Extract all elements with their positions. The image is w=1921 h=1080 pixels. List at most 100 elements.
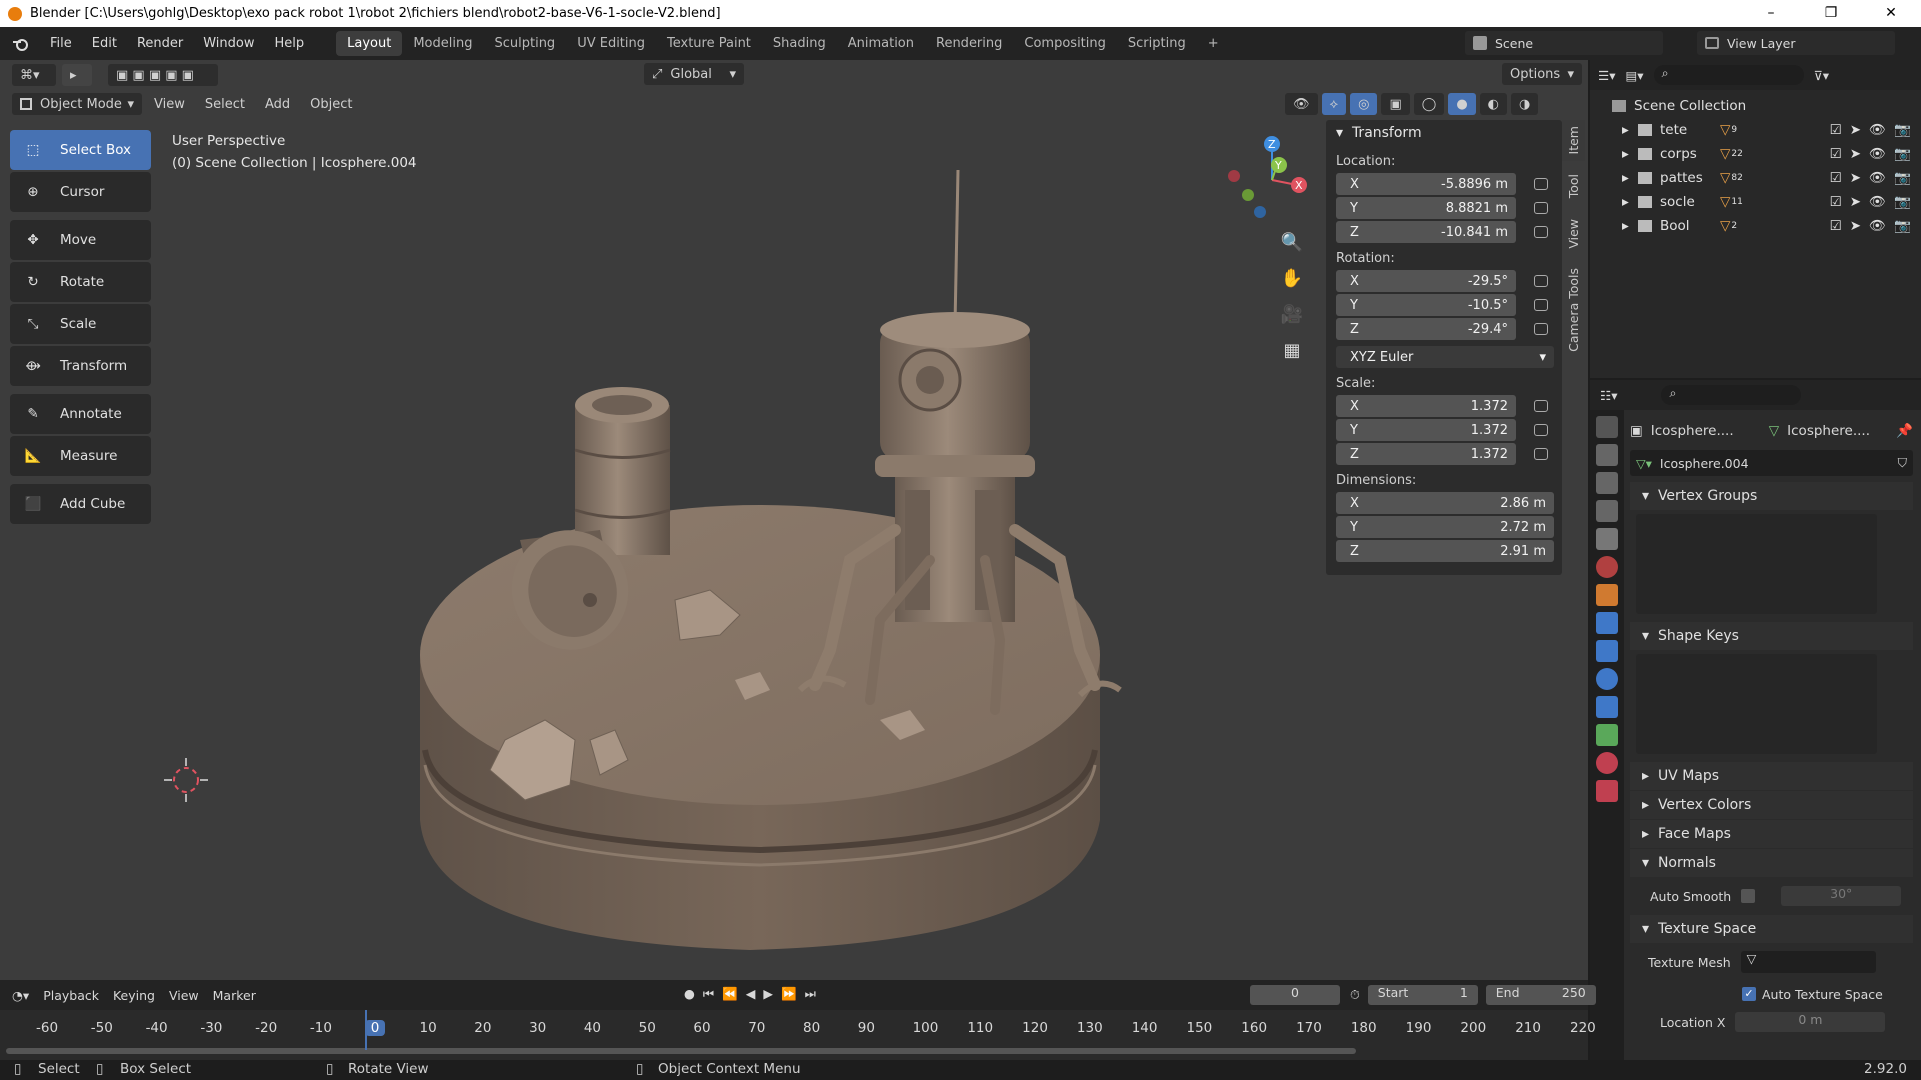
- tool-transform[interactable]: ⟴ Transform: [10, 346, 151, 386]
- tab-view[interactable]: View: [1562, 213, 1585, 255]
- tab-item[interactable]: Item: [1562, 120, 1585, 161]
- wireframe-shading-icon[interactable]: ◯: [1413, 93, 1445, 115]
- section-face-maps[interactable]: ▸ Face Maps: [1630, 820, 1913, 848]
- output-props-icon[interactable]: [1596, 472, 1618, 494]
- checkbox-icon[interactable]: ☑: [1830, 194, 1842, 210]
- dimensions-x-field[interactable]: X 2.86 m: [1336, 492, 1554, 514]
- camera-icon[interactable]: 📷: [1894, 122, 1911, 138]
- lock-icon[interactable]: [1534, 424, 1548, 436]
- tool-move[interactable]: ✥ Move: [10, 220, 151, 260]
- camera-icon[interactable]: 📷: [1894, 146, 1911, 162]
- start-frame-field[interactable]: Start 1: [1367, 985, 1478, 1005]
- eye-icon[interactable]: 👁: [1869, 170, 1886, 186]
- tab-sculpting[interactable]: Sculpting: [483, 31, 566, 56]
- camera-icon[interactable]: 📷: [1894, 218, 1911, 234]
- camera-view-icon[interactable]: 🎥: [1276, 304, 1308, 340]
- select-arrow-icon[interactable]: ➤: [1850, 146, 1861, 162]
- jump-start-icon[interactable]: ⏮: [703, 986, 714, 1002]
- next-keyframe-icon[interactable]: ⏩: [781, 986, 797, 1002]
- menu-help[interactable]: Help: [265, 36, 315, 51]
- auto-texture-space-checkbox[interactable]: ✓: [1742, 987, 1756, 1001]
- checkbox-icon[interactable]: ☑: [1830, 170, 1842, 186]
- scene-collection-row[interactable]: Scene Collection: [1590, 94, 1921, 118]
- checkbox-icon[interactable]: ☑: [1830, 122, 1842, 138]
- lock-icon[interactable]: [1534, 400, 1548, 412]
- tab-rendering[interactable]: Rendering: [925, 31, 1013, 56]
- play-icon[interactable]: ▶: [763, 986, 773, 1002]
- tab-texture-paint[interactable]: Texture Paint: [656, 31, 762, 56]
- section-normals[interactable]: ▾ Normals: [1630, 849, 1913, 877]
- tool-cursor[interactable]: ⊕ Cursor: [10, 172, 151, 212]
- checkbox-icon[interactable]: ☑: [1830, 218, 1842, 234]
- view-layer-selector[interactable]: View Layer: [1697, 31, 1895, 55]
- close-button[interactable]: ✕: [1861, 0, 1921, 27]
- auto-smooth-angle-field[interactable]: 30°: [1781, 886, 1902, 906]
- outliner-item-corps[interactable]: ▸ corps ▽ 22 ☑ ➤ 👁 📷: [1590, 142, 1921, 166]
- record-icon[interactable]: ●: [684, 986, 695, 1002]
- scale-x-field[interactable]: X 1.372: [1336, 395, 1516, 417]
- fake-user-icon[interactable]: ⛉: [1898, 455, 1907, 471]
- lock-icon[interactable]: [1534, 202, 1548, 214]
- material-shading-icon[interactable]: ◐: [1479, 93, 1507, 115]
- section-vertex-colors[interactable]: ▸ Vertex Colors: [1630, 791, 1913, 819]
- view-layer-props-icon[interactable]: [1596, 500, 1618, 522]
- lock-icon[interactable]: [1534, 448, 1548, 460]
- outliner-item-bool[interactable]: ▸ Bool ▽ 2 ☑ ➤ 👁 📷: [1590, 214, 1921, 238]
- tool-select-box[interactable]: ⬚ Select Box: [10, 130, 151, 170]
- tool-annotate[interactable]: ✎ Annotate: [10, 394, 151, 434]
- menu-keying[interactable]: Keying: [113, 988, 155, 1003]
- timeline-type-icon[interactable]: ◔▾: [12, 988, 29, 1003]
- properties-search[interactable]: ⌕: [1661, 385, 1802, 405]
- constraints-props-icon[interactable]: [1596, 696, 1618, 718]
- select-arrow-icon[interactable]: ➤: [1850, 194, 1861, 210]
- menu-window[interactable]: Window: [193, 36, 264, 51]
- tool-props-icon[interactable]: [1596, 416, 1618, 438]
- location-z-field[interactable]: Z -10.841 m: [1336, 221, 1516, 243]
- rotation-z-field[interactable]: Z -29.4°: [1336, 318, 1516, 340]
- lock-icon[interactable]: [1534, 275, 1548, 287]
- mesh-datablock-field[interactable]: ▽▾ Icosphere.004 ⛉: [1630, 450, 1913, 476]
- section-uv-maps[interactable]: ▸ UV Maps: [1630, 762, 1913, 790]
- auto-smooth-checkbox[interactable]: [1741, 889, 1756, 903]
- scene-selector[interactable]: Scene: [1465, 31, 1663, 55]
- eye-icon[interactable]: 👁: [1869, 122, 1886, 138]
- prev-keyframe-icon[interactable]: ⏪: [722, 986, 738, 1002]
- menu-file[interactable]: File: [40, 36, 82, 51]
- outliner-item-socle[interactable]: ▸ socle ▽ 11 ☑ ➤ 👁 📷: [1590, 190, 1921, 214]
- end-frame-field[interactable]: End 250: [1485, 985, 1596, 1005]
- mode-dropdown[interactable]: Object Mode ▾: [12, 93, 142, 115]
- clock-icon[interactable]: ⏱: [1350, 987, 1360, 1003]
- tab-modeling[interactable]: Modeling: [402, 31, 483, 56]
- menu-view[interactable]: View: [146, 93, 193, 115]
- overlay-toggle-icon[interactable]: ◎: [1350, 93, 1378, 115]
- render-props-icon[interactable]: [1596, 444, 1618, 466]
- section-shape-keys[interactable]: ▾ Shape Keys: [1630, 622, 1913, 650]
- tab-animation[interactable]: Animation: [837, 31, 925, 56]
- location-y-field[interactable]: Y 8.8821 m: [1336, 197, 1516, 219]
- scale-z-field[interactable]: Z 1.372: [1336, 443, 1516, 465]
- rotation-y-field[interactable]: Y -10.5°: [1336, 294, 1516, 316]
- vertex-groups-list[interactable]: [1636, 514, 1877, 614]
- outliner-search[interactable]: ⌕: [1653, 65, 1804, 85]
- lock-icon[interactable]: [1534, 323, 1548, 335]
- lock-icon[interactable]: [1534, 299, 1548, 311]
- minimize-button[interactable]: –: [1741, 0, 1801, 27]
- properties-type-icon[interactable]: ☷▾: [1600, 388, 1617, 403]
- jump-end-icon[interactable]: ⏭: [805, 986, 816, 1002]
- menu-edit[interactable]: Edit: [82, 36, 127, 51]
- rotation-x-field[interactable]: X -29.5°: [1336, 270, 1516, 292]
- eye-icon[interactable]: 👁: [1869, 218, 1886, 234]
- xray-toggle-icon[interactable]: ▣: [1381, 93, 1410, 115]
- select-arrow-icon[interactable]: ➤: [1850, 218, 1861, 234]
- timeline-scrollbar[interactable]: [6, 1048, 1356, 1054]
- lock-icon[interactable]: [1534, 226, 1548, 238]
- menu-render[interactable]: Render: [127, 36, 193, 51]
- material-props-icon[interactable]: [1596, 752, 1618, 774]
- menu-marker[interactable]: Marker: [213, 988, 256, 1003]
- select-arrow-icon[interactable]: ➤: [1850, 122, 1861, 138]
- tool-rotate[interactable]: ↻ Rotate: [10, 262, 151, 302]
- menu-select[interactable]: Select: [197, 93, 253, 115]
- display-mode-icon[interactable]: ▤▾: [1625, 68, 1643, 83]
- shape-keys-list[interactable]: [1636, 654, 1877, 754]
- mesh-data-props-icon[interactable]: [1596, 724, 1618, 746]
